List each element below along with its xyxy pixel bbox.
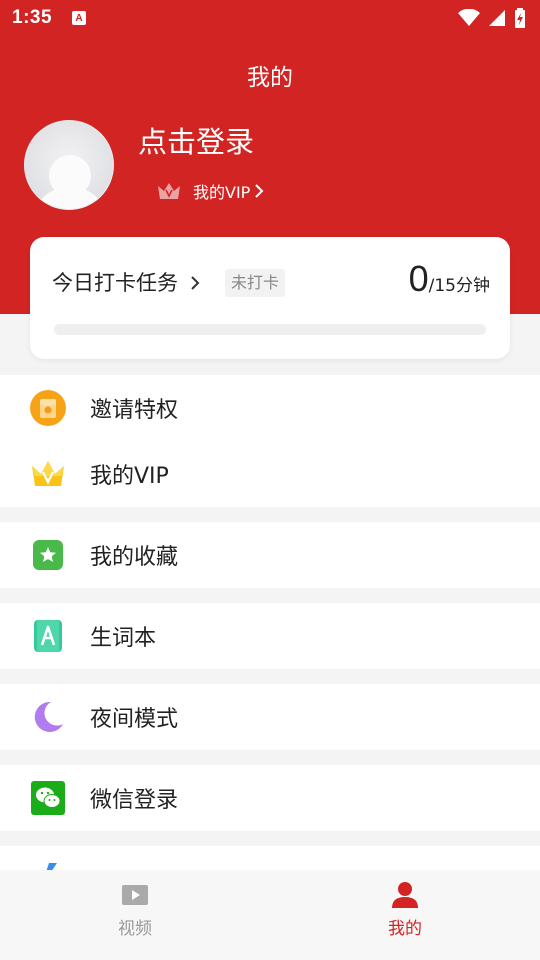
checkin-title-label: 今日打卡任务 bbox=[52, 271, 178, 295]
wifi-icon bbox=[458, 9, 480, 26]
menu-item-night-mode[interactable]: 夜间模式 bbox=[0, 684, 540, 750]
menu-item-partial[interactable] bbox=[0, 846, 540, 870]
favorites-star-icon bbox=[30, 537, 66, 573]
menu-item-invite[interactable]: 邀请特权 bbox=[0, 375, 540, 441]
vip-crown-icon bbox=[30, 456, 66, 492]
video-icon bbox=[122, 885, 148, 905]
menu-label-favorites: 我的收藏 bbox=[90, 545, 179, 570]
chevron-right-icon bbox=[255, 184, 264, 198]
menu-group-4: 夜间模式 bbox=[0, 684, 540, 750]
menu-label-invite: 邀请特权 bbox=[90, 398, 179, 423]
avatar-body bbox=[37, 187, 103, 209]
nav-label-mine: 我的 bbox=[388, 919, 422, 939]
menu-group-3: 生词本 bbox=[0, 603, 540, 669]
menu-item-wechat-login[interactable]: 微信登录 bbox=[0, 765, 540, 831]
page-title: 我的 bbox=[247, 65, 293, 91]
vip-link[interactable]: 我的VIP bbox=[155, 178, 264, 204]
nav-label-video: 视频 bbox=[118, 919, 152, 939]
menu-label-wechat-login: 微信登录 bbox=[90, 788, 179, 813]
wechat-icon bbox=[30, 780, 66, 816]
menu-group-2: 我的收藏 bbox=[0, 522, 540, 588]
invite-icon bbox=[30, 390, 66, 426]
menu-label-vip: 我的VIP bbox=[90, 464, 169, 489]
crown-icon bbox=[158, 183, 180, 199]
signal-icon bbox=[489, 10, 505, 26]
checkin-minutes: 0 bbox=[408, 258, 429, 299]
menu-item-vip[interactable]: 我的VIP bbox=[0, 441, 540, 507]
bottom-nav: 视频 我的 bbox=[0, 870, 540, 960]
battery-icon bbox=[515, 8, 525, 28]
partial-icon bbox=[30, 860, 66, 870]
chevron-right-icon bbox=[191, 276, 200, 290]
menu-group-1: 邀请特权 我的VIP bbox=[0, 375, 540, 507]
moon-icon bbox=[30, 699, 66, 735]
menu-item-favorites[interactable]: 我的收藏 bbox=[0, 522, 540, 588]
nav-tab-video[interactable]: 视频 bbox=[0, 870, 270, 960]
checkin-count: 0 /15分钟 bbox=[409, 259, 490, 299]
checkin-progress-bar bbox=[54, 324, 486, 335]
login-button[interactable]: 点击登录 bbox=[138, 122, 254, 162]
avatar[interactable] bbox=[24, 120, 114, 210]
vip-link-label: 我的VIP bbox=[193, 183, 251, 202]
menu-label-night-mode: 夜间模式 bbox=[90, 707, 179, 732]
menu-label-vocabulary: 生词本 bbox=[90, 626, 157, 651]
checkin-title[interactable]: 今日打卡任务 bbox=[52, 267, 200, 299]
menu-group-6 bbox=[0, 846, 540, 870]
user-icon bbox=[392, 882, 418, 908]
checkin-target: /15分钟 bbox=[428, 276, 490, 296]
checkin-card[interactable]: 今日打卡任务 未打卡 0 /15分钟 bbox=[30, 237, 510, 359]
status-time: 1:35 bbox=[12, 7, 53, 28]
nav-tab-mine[interactable]: 我的 bbox=[270, 870, 540, 960]
status-bar: 1:35 A bbox=[0, 0, 540, 36]
notification-icon: A bbox=[72, 11, 87, 25]
vocabulary-book-icon bbox=[30, 618, 66, 654]
checkin-status-badge: 未打卡 bbox=[225, 269, 286, 297]
menu-group-5: 微信登录 bbox=[0, 765, 540, 831]
menu-item-vocabulary[interactable]: 生词本 bbox=[0, 603, 540, 669]
